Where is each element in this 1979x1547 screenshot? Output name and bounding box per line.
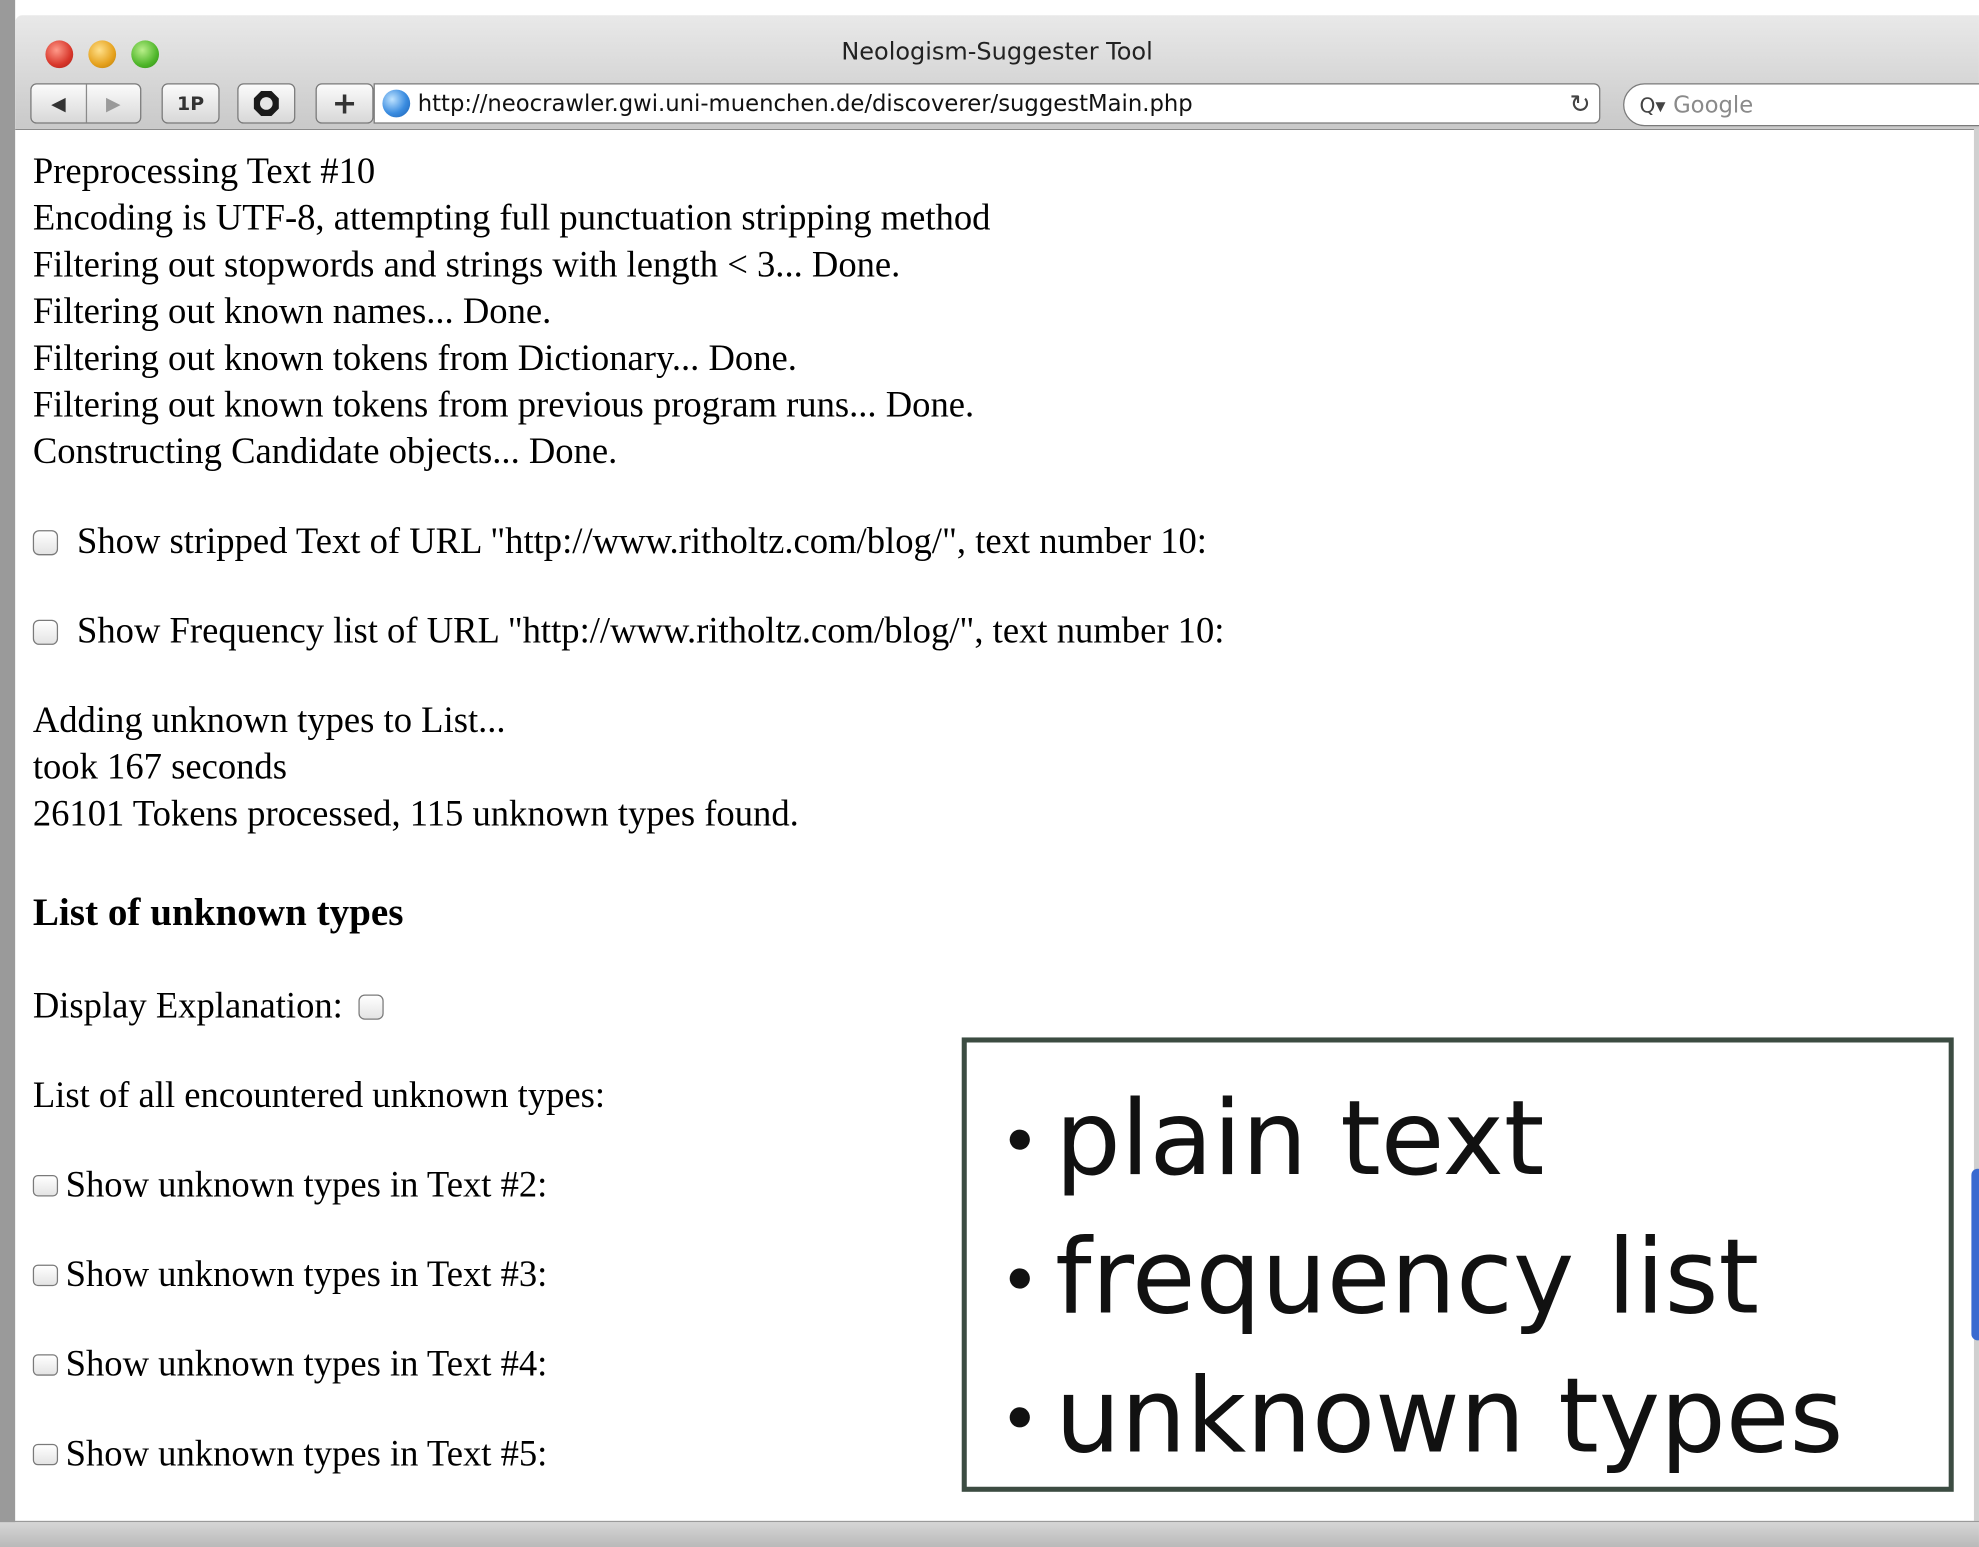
display-explanation-checkbox[interactable]	[358, 993, 384, 1020]
scrollbar-thumb[interactable]	[1971, 1168, 1979, 1341]
show-stripped-label: Show stripped Text of URL "http://www.ri…	[76, 521, 1207, 562]
bullet-icon	[1009, 1129, 1030, 1150]
log-line: Filtering out known names... Done.	[32, 291, 552, 332]
title-bar: Neologism-Suggester Tool ◀ ▶ 1P + http:/…	[15, 15, 1979, 130]
stop-octagon-icon	[253, 90, 279, 117]
overlay-item-label: plain text	[1055, 1079, 1545, 1199]
display-explanation-label: Display Explanation:	[32, 985, 343, 1027]
show-frequency-checkbox[interactable]	[32, 619, 59, 645]
reload-icon[interactable]: ↻	[1561, 88, 1599, 118]
address-bar[interactable]: http://neocrawler.gwi.uni-muenchen.de/di…	[373, 83, 1601, 124]
window-title: Neologism-Suggester Tool	[841, 37, 1153, 66]
stop-button[interactable]	[237, 83, 296, 124]
show-frequency-row: Show Frequency list of URL "http://www.r…	[32, 608, 1951, 655]
search-icon[interactable]: Q▾	[1639, 93, 1665, 117]
overlay-item: unknown types	[1009, 1348, 1949, 1487]
status-bar	[0, 1520, 1979, 1547]
show-stripped-checkbox[interactable]	[32, 529, 59, 555]
text-item-label: Show unknown types in Text #2:	[65, 1164, 548, 1206]
overlay-item: frequency list	[1009, 1209, 1949, 1348]
text-3-checkbox[interactable]	[32, 1264, 59, 1287]
show-stripped-row: Show stripped Text of URL "http://www.ri…	[32, 519, 1951, 566]
log-line: Filtering out stopwords and strings with…	[32, 244, 901, 286]
text-item-label: Show unknown types in Text #3:	[65, 1254, 548, 1295]
text-item-label: Show unknown types in Text #5:	[65, 1433, 548, 1475]
globe-icon	[382, 89, 411, 118]
back-button[interactable]: ◀	[32, 92, 86, 115]
adding-line: Adding unknown types to List...	[32, 700, 506, 741]
bullet-icon	[1009, 1268, 1030, 1289]
text-item-label: Show unknown types in Text #4:	[65, 1344, 548, 1385]
bullet-icon	[1009, 1407, 1030, 1428]
log-line: Filtering out known tokens from previous…	[32, 384, 975, 426]
unknown-types-heading: List of unknown types	[32, 889, 404, 934]
show-frequency-label: Show Frequency list of URL "http://www.r…	[76, 610, 1225, 652]
search-input[interactable]: Q▾ Google	[1623, 83, 1979, 127]
log-line: Preprocessing Text #10	[32, 151, 376, 192]
overlay-item-label: unknown types	[1055, 1356, 1844, 1477]
back-forward-group: ◀ ▶	[30, 83, 142, 124]
text-2-checkbox[interactable]	[32, 1175, 59, 1197]
log-line: Filtering out known tokens from Dictiona…	[32, 338, 797, 379]
tokens-line: 26101 Tokens processed, 115 unknown type…	[32, 793, 799, 835]
add-bookmark-button[interactable]: +	[315, 83, 374, 124]
text-4-checkbox[interactable]	[32, 1354, 59, 1376]
log-line: Encoding is UTF-8, attempting full punct…	[32, 198, 991, 239]
display-explanation-row: Display Explanation:	[33, 983, 1951, 1030]
summary-overlay-box: plain text frequency list unknown types	[961, 1037, 1954, 1492]
text-5-checkbox[interactable]	[32, 1443, 59, 1466]
window-left-edge	[0, 0, 16, 1547]
overlay-item-label: frequency list	[1055, 1217, 1760, 1338]
forward-button[interactable]: ▶	[86, 92, 140, 115]
log-line: Constructing Candidate objects... Done.	[32, 431, 618, 473]
address-text[interactable]: http://neocrawler.gwi.uni-muenchen.de/di…	[418, 90, 1561, 117]
overlay-item: plain text	[1009, 1070, 1949, 1209]
search-placeholder: Google	[1673, 91, 1754, 119]
browser-window: Neologism-Suggester Tool ◀ ▶ 1P + http:/…	[0, 0, 1979, 1547]
onepassword-button[interactable]: 1P	[161, 83, 220, 124]
took-line: took 167 seconds	[32, 747, 287, 788]
